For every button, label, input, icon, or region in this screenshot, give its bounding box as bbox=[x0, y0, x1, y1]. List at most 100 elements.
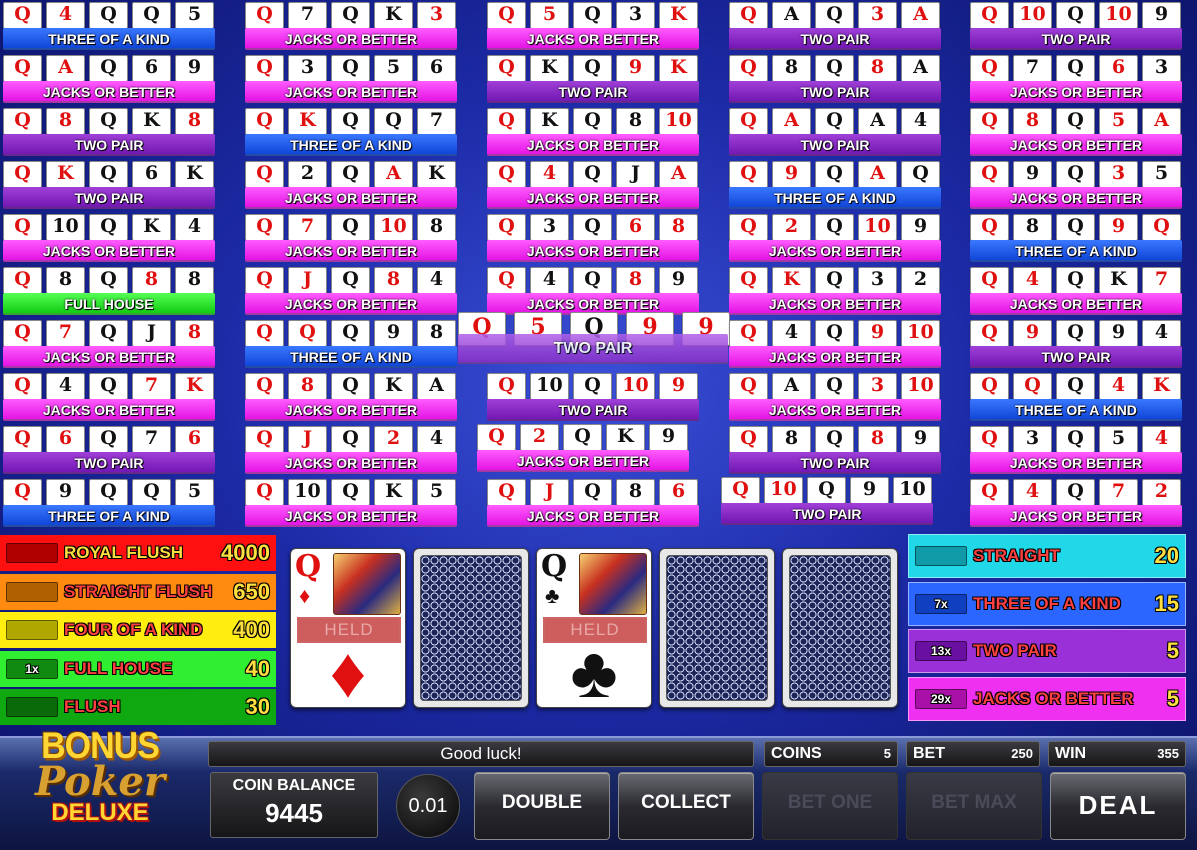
mini-card: Q bbox=[132, 2, 171, 29]
paytable-payout: 30 bbox=[245, 694, 270, 719]
mini-card-rank: Q bbox=[256, 480, 273, 502]
denomination-button[interactable]: 0.01 bbox=[396, 774, 460, 838]
mini-card: 9 bbox=[858, 320, 897, 347]
mini-card-rank: Q bbox=[498, 3, 515, 25]
mini-card-rank: Q bbox=[143, 480, 160, 502]
mini-card: J bbox=[288, 426, 327, 453]
coin-balance: COIN BALANCE 9445 bbox=[210, 772, 378, 838]
mini-card-rank: 3 bbox=[870, 3, 885, 25]
bet-max-label: BET MAX bbox=[931, 792, 1017, 813]
mini-card-rank: Q bbox=[256, 321, 273, 343]
hand: Q 10 Q 9 10 TWO PAIR bbox=[721, 477, 949, 528]
mini-card-rank: 8 bbox=[870, 427, 885, 449]
status-bar: Good luck! bbox=[208, 741, 754, 767]
hand-result: JACKS OR BETTER bbox=[487, 134, 699, 156]
hand-result: JACKS OR BETTER bbox=[729, 240, 941, 262]
bet-one-button[interactable]: BET ONE bbox=[762, 772, 898, 840]
mini-card-rank: 4 bbox=[1154, 321, 1169, 343]
mini-card-rank: 9 bbox=[1025, 321, 1040, 343]
bet-display: BET 250 bbox=[906, 741, 1040, 767]
hand: Q 10 Q K 4 JACKS OR BETTER bbox=[3, 214, 231, 265]
mini-card-rank: K bbox=[299, 109, 316, 131]
mini-card: Q bbox=[815, 55, 854, 82]
mini-card: 7 bbox=[417, 108, 456, 135]
hand-cards: Q 8 Q 8 A bbox=[729, 55, 944, 82]
mini-card-rank: 10 bbox=[899, 478, 926, 500]
mini-card: 10 bbox=[893, 477, 932, 504]
hand: Q 8 Q 5 A JACKS OR BETTER bbox=[970, 108, 1197, 159]
mini-card-rank: Q bbox=[1067, 321, 1084, 343]
mini-card-rank: Q bbox=[574, 425, 591, 447]
hand-cards: Q Q Q 9 8 bbox=[245, 320, 460, 347]
mini-card: Q bbox=[970, 426, 1009, 453]
mini-card: Q bbox=[89, 479, 128, 506]
double-label: DOUBLE bbox=[501, 792, 583, 813]
held-card[interactable]: Q ♣ HELD ♣ bbox=[536, 548, 652, 709]
mini-card-rank: Q bbox=[584, 109, 601, 131]
hand-cards: Q 9 Q A Q bbox=[729, 161, 944, 188]
mini-card: Q bbox=[1013, 373, 1052, 400]
hand: Q J Q 8 6 JACKS OR BETTER bbox=[487, 479, 715, 530]
hand-cards: Q J Q 2 4 bbox=[245, 426, 460, 453]
card-rank: Q bbox=[541, 549, 568, 584]
mini-card-rank: Q bbox=[584, 3, 601, 25]
mini-card-rank: Q bbox=[14, 427, 31, 449]
mini-card-rank: 8 bbox=[429, 321, 444, 343]
mini-card: A bbox=[1142, 108, 1181, 135]
mini-card: 4 bbox=[46, 373, 85, 400]
mini-card: Q bbox=[89, 108, 128, 135]
hand: Q 2 Q 10 9 JACKS OR BETTER bbox=[729, 214, 957, 265]
bet-max-button[interactable]: BET MAX bbox=[906, 772, 1042, 840]
hand-cards: Q 7 Q 6 3 bbox=[970, 55, 1185, 82]
mini-card: Q bbox=[331, 214, 370, 241]
mini-card-rank: Q bbox=[342, 480, 359, 502]
mini-card-rank: Q bbox=[826, 374, 843, 396]
deal-button[interactable]: DEAL bbox=[1050, 772, 1186, 840]
mini-card-rank: 4 bbox=[542, 162, 557, 184]
mini-card-rank: K bbox=[617, 425, 634, 447]
mini-card-rank: 7 bbox=[144, 374, 159, 396]
mini-card: Q bbox=[573, 373, 612, 400]
mini-card: 9 bbox=[1099, 214, 1138, 241]
mini-card-rank: Q bbox=[342, 109, 359, 131]
hand-result: JACKS OR BETTER bbox=[245, 81, 457, 103]
mini-card-rank: 3 bbox=[300, 56, 315, 78]
mini-card: K bbox=[374, 479, 413, 506]
held-card[interactable]: Q ♦ HELD ♦ bbox=[290, 548, 406, 709]
collect-button[interactable]: COLLECT bbox=[618, 772, 754, 840]
mini-card-rank: 8 bbox=[628, 109, 643, 131]
mini-card: 7 bbox=[288, 214, 327, 241]
mini-card-rank: 8 bbox=[58, 268, 73, 290]
mini-card: 7 bbox=[1013, 55, 1052, 82]
mini-card-rank: 6 bbox=[671, 480, 686, 502]
mini-card: Q bbox=[89, 214, 128, 241]
mini-card-rank: Q bbox=[981, 109, 998, 131]
hand-cards: Q 2 Q K 9 bbox=[477, 424, 692, 451]
double-button[interactable]: DOUBLE bbox=[474, 772, 610, 840]
hand: Q 2 Q A K JACKS OR BETTER bbox=[245, 161, 473, 212]
mini-card: K bbox=[288, 108, 327, 135]
mini-card: Q bbox=[1056, 320, 1095, 347]
mini-card-rank: 6 bbox=[1111, 56, 1126, 78]
mini-card: Q bbox=[1056, 426, 1095, 453]
mini-card-rank: 9 bbox=[1111, 215, 1126, 237]
card-back[interactable] bbox=[659, 548, 775, 708]
mini-card: 5 bbox=[1099, 108, 1138, 135]
mini-card: Q bbox=[970, 479, 1009, 506]
mini-card-rank: 4 bbox=[429, 268, 444, 290]
mini-card: 7 bbox=[132, 426, 171, 453]
card-back[interactable] bbox=[782, 548, 898, 708]
mini-card-rank: A bbox=[58, 56, 73, 78]
mini-card: 8 bbox=[659, 214, 698, 241]
card-back[interactable] bbox=[413, 548, 529, 708]
hand: Q 10 Q 10 9 TWO PAIR bbox=[970, 2, 1197, 53]
mini-card: Q bbox=[245, 373, 284, 400]
mini-card-rank: K bbox=[143, 109, 160, 131]
mini-card: 3 bbox=[858, 373, 897, 400]
mini-card-rank: Q bbox=[981, 321, 998, 343]
mini-card-rank: 4 bbox=[1154, 427, 1169, 449]
hand: Q 4 Q Q 5 THREE OF A KIND bbox=[3, 2, 231, 53]
hand-result: JACKS OR BETTER bbox=[970, 187, 1182, 209]
mini-card: Q bbox=[245, 214, 284, 241]
mini-card-rank: Q bbox=[981, 215, 998, 237]
